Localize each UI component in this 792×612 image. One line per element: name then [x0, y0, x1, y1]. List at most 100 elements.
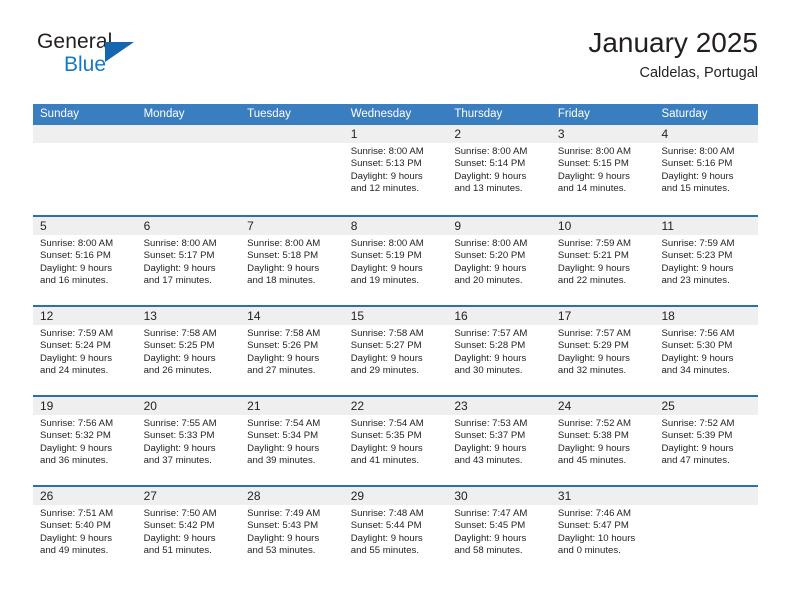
daylight-text-line1: Daylight: 9 hours — [40, 442, 112, 454]
sunset-text: Sunset: 5:40 PM — [40, 520, 111, 532]
day-cell[interactable]: 20 Sunrise: 7:55 AM Sunset: 5:33 PM Dayl… — [136, 397, 241, 485]
sunrise-text: Sunrise: 8:00 AM — [143, 238, 217, 249]
day-cell[interactable]: 25 Sunrise: 7:52 AM Sunset: 5:39 PM Dayl… — [654, 397, 759, 485]
sunset-text: Sunset: 5:14 PM — [454, 158, 526, 170]
day-number: 3 — [557, 127, 565, 141]
day-cell[interactable]: 6 Sunrise: 8:00 AM Sunset: 5:17 PM Dayli… — [136, 217, 241, 305]
day-cell[interactable]: 14 Sunrise: 7:58 AM Sunset: 5:26 PM Dayl… — [240, 307, 344, 395]
sunrise-text: Sunrise: 7:52 AM — [557, 418, 631, 429]
day-number: 14 — [247, 309, 261, 323]
sunset-text: Sunset: 5:13 PM — [350, 158, 422, 170]
week-row: 19 Sunrise: 7:56 AM Sunset: 5:32 PM Dayl… — [33, 395, 759, 485]
sunrise-text: Sunrise: 7:56 AM — [661, 328, 735, 339]
sunset-text: Sunset: 5:44 PM — [350, 520, 422, 532]
day-cell[interactable]: 2 Sunrise: 8:00 AM Sunset: 5:14 PM Dayli… — [447, 125, 551, 215]
day-number: 11 — [661, 219, 674, 233]
sunrise-text: Sunrise: 7:55 AM — [143, 418, 217, 429]
daylight-text-line1: Daylight: 9 hours — [557, 442, 630, 454]
day-number: 7 — [247, 219, 254, 233]
day-cell[interactable]: 27 Sunrise: 7:50 AM Sunset: 5:42 PM Dayl… — [136, 487, 241, 575]
day-cell[interactable]: 11 Sunrise: 7:59 AM Sunset: 5:23 PM Dayl… — [654, 217, 759, 305]
daylight-text-line1: Daylight: 9 hours — [350, 170, 423, 182]
week-row: 12 Sunrise: 7:59 AM Sunset: 5:24 PM Dayl… — [33, 305, 759, 395]
day-cell[interactable]: 10 Sunrise: 7:59 AM Sunset: 5:21 PM Dayl… — [550, 217, 655, 305]
day-number: 19 — [40, 399, 54, 413]
day-cell[interactable]: 18 Sunrise: 7:56 AM Sunset: 5:30 PM Dayl… — [654, 307, 759, 395]
daylight-text-line1: Daylight: 9 hours — [143, 442, 216, 454]
sunrise-text: Sunrise: 7:56 AM — [40, 418, 114, 429]
day-cell[interactable]: 5 Sunrise: 8:00 AM Sunset: 5:16 PM Dayli… — [33, 217, 137, 305]
daylight-text-line1: Daylight: 9 hours — [247, 442, 320, 454]
daylight-text-line1: Daylight: 9 hours — [350, 532, 423, 544]
day-cell[interactable]: 21 Sunrise: 7:54 AM Sunset: 5:34 PM Dayl… — [240, 397, 344, 485]
sunrise-text: Sunrise: 8:00 AM — [454, 238, 528, 249]
day-number: 10 — [557, 219, 572, 233]
sunset-text: Sunset: 5:39 PM — [661, 430, 733, 442]
daylight-text-line2: and 19 minutes. — [350, 274, 420, 286]
weekday-header-saturday: Saturday — [661, 108, 708, 120]
daylight-text-line2: and 34 minutes. — [661, 364, 730, 376]
sunset-text: Sunset: 5:34 PM — [247, 430, 319, 442]
day-number: 13 — [143, 309, 157, 323]
day-cell[interactable]: 23 Sunrise: 7:53 AM Sunset: 5:37 PM Dayl… — [447, 397, 551, 485]
logo-blue-text: Blue — [64, 53, 107, 76]
day-cell[interactable]: 29 Sunrise: 7:48 AM Sunset: 5:44 PM Dayl… — [343, 487, 448, 575]
page-header: General Blue January 2025 Caldelas, Port… — [34, 27, 758, 96]
sunset-text: Sunset: 5:28 PM — [454, 340, 526, 352]
day-cell[interactable]: 30 Sunrise: 7:47 AM Sunset: 5:45 PM Dayl… — [447, 487, 551, 575]
day-cell[interactable]: 4 Sunrise: 8:00 AM Sunset: 5:16 PM Dayli… — [654, 125, 759, 215]
day-cell[interactable]: 9 Sunrise: 8:00 AM Sunset: 5:20 PM Dayli… — [447, 217, 551, 305]
day-cell[interactable]: 28 Sunrise: 7:49 AM Sunset: 5:43 PM Dayl… — [240, 487, 344, 575]
day-cell-empty — [240, 125, 344, 215]
day-cell[interactable]: 13 Sunrise: 7:58 AM Sunset: 5:25 PM Dayl… — [136, 307, 241, 395]
day-cell[interactable]: 3 Sunrise: 8:00 AM Sunset: 5:15 PM Dayli… — [550, 125, 655, 215]
day-cell[interactable]: 31 Sunrise: 7:46 AM Sunset: 5:47 PM Dayl… — [550, 487, 655, 575]
day-number: 8 — [350, 219, 358, 233]
daylight-text-line2: and 26 minutes. — [143, 364, 212, 376]
day-cell[interactable]: 16 Sunrise: 7:57 AM Sunset: 5:28 PM Dayl… — [447, 307, 551, 395]
daylight-text-line1: Daylight: 9 hours — [661, 262, 734, 274]
day-cell[interactable]: 7 Sunrise: 8:00 AM Sunset: 5:18 PM Dayli… — [240, 217, 344, 305]
day-cell[interactable]: 24 Sunrise: 7:52 AM Sunset: 5:38 PM Dayl… — [550, 397, 655, 485]
daylight-text-line2: and 32 minutes. — [557, 364, 627, 376]
day-number: 26 — [40, 489, 54, 503]
sunset-text: Sunset: 5:45 PM — [454, 520, 526, 532]
sunset-text: Sunset: 5:43 PM — [247, 520, 319, 532]
daylight-text-line2: and 13 minutes. — [454, 182, 523, 194]
daylight-text-line2: and 58 minutes. — [454, 544, 523, 556]
day-number: 16 — [454, 309, 468, 323]
day-cell[interactable]: 8 Sunrise: 8:00 AM Sunset: 5:19 PM Dayli… — [343, 217, 448, 305]
day-cell[interactable]: 22 Sunrise: 7:54 AM Sunset: 5:35 PM Dayl… — [343, 397, 448, 485]
sunset-text: Sunset: 5:42 PM — [143, 520, 215, 532]
sunrise-text: Sunrise: 7:54 AM — [247, 418, 321, 429]
weekday-header-thursday: Thursday — [454, 108, 503, 120]
daylight-text-line1: Daylight: 9 hours — [557, 352, 630, 364]
daylight-text-line1: Daylight: 9 hours — [247, 352, 320, 364]
day-cell[interactable]: 26 Sunrise: 7:51 AM Sunset: 5:40 PM Dayl… — [33, 487, 137, 575]
daylight-text-line1: Daylight: 9 hours — [40, 262, 112, 274]
day-number: 17 — [557, 309, 572, 323]
day-cell[interactable]: 19 Sunrise: 7:56 AM Sunset: 5:32 PM Dayl… — [33, 397, 137, 485]
daylight-text-line1: Daylight: 9 hours — [247, 262, 320, 274]
day-cell[interactable]: 15 Sunrise: 7:58 AM Sunset: 5:27 PM Dayl… — [343, 307, 448, 395]
daylight-text-line2: and 55 minutes. — [350, 544, 420, 556]
daylight-text-line2: and 22 minutes. — [557, 274, 627, 286]
day-number: 21 — [247, 399, 261, 413]
day-cell[interactable]: 17 Sunrise: 7:57 AM Sunset: 5:29 PM Dayl… — [550, 307, 655, 395]
daylight-text-line1: Daylight: 9 hours — [350, 262, 423, 274]
general-blue-logo[interactable]: General Blue — [34, 30, 274, 90]
sunset-text: Sunset: 5:32 PM — [40, 430, 111, 442]
sunset-text: Sunset: 5:21 PM — [557, 250, 629, 262]
daylight-text-line1: Daylight: 9 hours — [143, 262, 216, 274]
daylight-text-line2: and 51 minutes. — [143, 544, 212, 556]
sunrise-text: Sunrise: 7:57 AM — [557, 328, 631, 339]
day-cell[interactable]: 12 Sunrise: 7:59 AM Sunset: 5:24 PM Dayl… — [33, 307, 137, 395]
sunrise-text: Sunrise: 7:46 AM — [557, 508, 631, 519]
title-block: January 2025 Caldelas, Portugal — [588, 26, 758, 84]
daylight-text-line2: and 24 minutes. — [40, 364, 109, 376]
sunset-text: Sunset: 5:25 PM — [143, 340, 215, 352]
daylight-text-line2: and 47 minutes. — [661, 454, 730, 466]
day-cell[interactable]: 1 Sunrise: 8:00 AM Sunset: 5:13 PM Dayli… — [343, 125, 448, 215]
sunset-text: Sunset: 5:37 PM — [454, 430, 526, 442]
sunset-text: Sunset: 5:35 PM — [350, 430, 422, 442]
